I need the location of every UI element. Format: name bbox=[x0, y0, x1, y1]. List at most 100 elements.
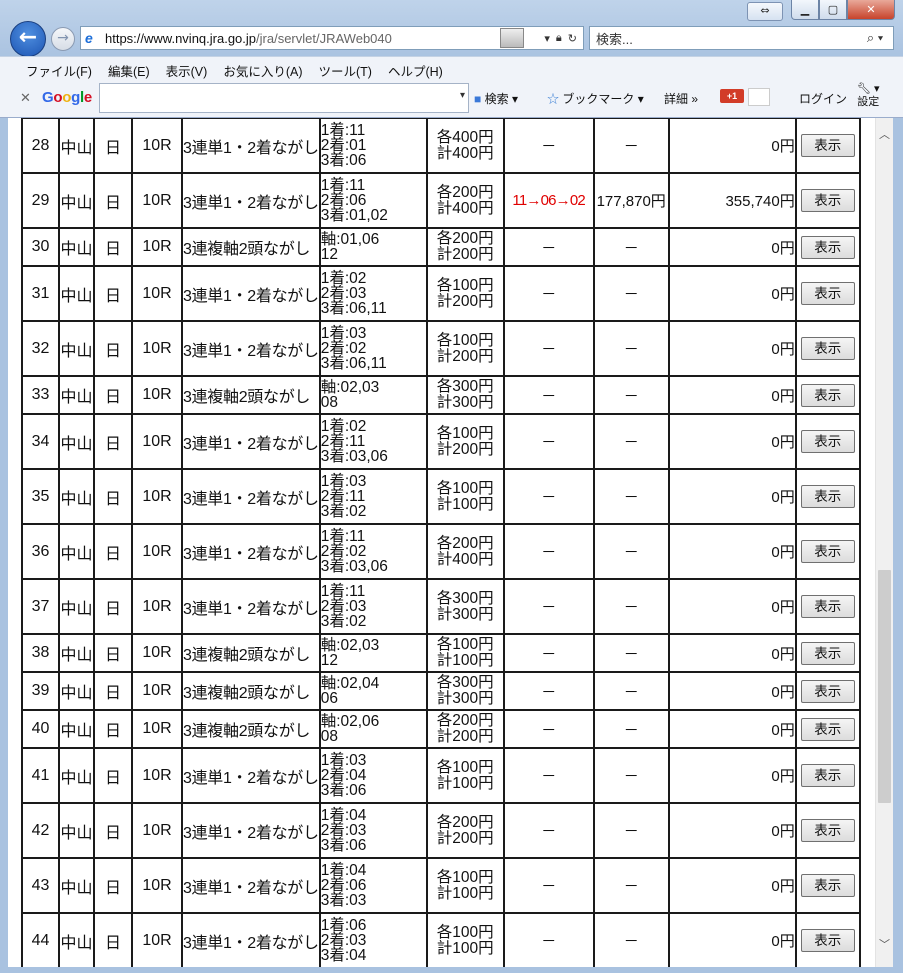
day-cell: 日 bbox=[93, 802, 133, 859]
selection-cell: 1着:02 2着:03 3着:06,11 bbox=[318, 265, 428, 322]
show-button[interactable]: 表示 bbox=[800, 134, 855, 157]
amount-cell: 各200円 計400円 bbox=[425, 172, 505, 229]
selection-cell: 1着:03 2着:04 3着:06 bbox=[318, 747, 428, 804]
payout-cell: 0円 bbox=[667, 671, 797, 711]
address-bar[interactable]: e https://www.nvinq.jra.go.jp/jra/servle… bbox=[80, 26, 584, 50]
selection-cell: 1着:06 2着:03 3着:04 bbox=[318, 912, 428, 967]
scroll-down-icon[interactable]: ﹀ bbox=[876, 936, 893, 953]
lock-icon[interactable]: 🔒︎ bbox=[556, 32, 562, 45]
amount-line: 計200円 bbox=[436, 728, 494, 745]
detail-button[interactable]: 詳細 » bbox=[664, 90, 698, 107]
menu-favorites[interactable]: お気に入り(A) bbox=[215, 57, 310, 79]
result-cell: － bbox=[502, 320, 595, 377]
minimize-button[interactable]: ▁ bbox=[791, 0, 819, 20]
selection-cell: 1着:11 2着:02 3着:03,06 bbox=[318, 523, 428, 580]
selection-cell: 1着:11 2着:01 3着:06 bbox=[318, 118, 428, 174]
forward-button[interactable]: → bbox=[51, 27, 75, 51]
show-button[interactable]: 表示 bbox=[800, 717, 855, 741]
search-input[interactable]: 検索... bbox=[590, 29, 857, 48]
show-button[interactable]: 表示 bbox=[800, 337, 855, 360]
scroll-up-icon[interactable]: ︿ bbox=[876, 126, 893, 143]
close-toolbar-icon[interactable]: ✕ bbox=[20, 90, 31, 106]
bet-type-cell: 3連単1・2着ながし bbox=[181, 857, 321, 914]
google-search-label: 検索 bbox=[484, 92, 509, 106]
back-button[interactable]: ← bbox=[10, 21, 46, 57]
race-cell: 10R bbox=[131, 857, 183, 914]
show-button[interactable]: 表示 bbox=[800, 679, 855, 703]
dropdown-icon[interactable]: ▾ bbox=[544, 32, 550, 45]
login-link[interactable]: ログイン bbox=[799, 90, 847, 107]
selection-line: 3着:06 bbox=[320, 152, 367, 169]
result-cell: － bbox=[502, 747, 595, 804]
maximize-button[interactable]: ▢ bbox=[819, 0, 847, 20]
google-search-button[interactable]: ■ 検索 ▾ bbox=[474, 90, 518, 107]
show-button[interactable]: 表示 bbox=[800, 764, 855, 787]
venue-cell: 中山 bbox=[58, 265, 95, 322]
amount-line: 各200円 bbox=[436, 230, 494, 247]
menu-view[interactable]: 表示(V) bbox=[158, 57, 216, 79]
compatibility-view-icon[interactable] bbox=[500, 28, 525, 48]
show-button[interactable]: 表示 bbox=[800, 282, 855, 305]
amount-line: 各100円 bbox=[436, 636, 494, 653]
show-button[interactable]: 表示 bbox=[800, 540, 855, 563]
scroll-thumb[interactable] bbox=[878, 570, 891, 803]
table-row: 40 中山日 10R 3連複軸2頭ながし 軸:02,06 08 各200円 計200円－－ 0円… bbox=[21, 709, 861, 749]
race-cell: 10R bbox=[131, 375, 183, 415]
selection-line: 2着:03 bbox=[320, 285, 367, 302]
day-cell: 日 bbox=[93, 118, 133, 174]
address-url[interactable]: https://www.nvinq.jra.go.jp/jra/servlet/… bbox=[105, 31, 500, 46]
show-button[interactable]: 表示 bbox=[800, 874, 855, 897]
selection-line: 08 bbox=[320, 728, 338, 745]
google-toolbar: ✕ Google ■ 検索 ▾ ☆ ブックマーク ▾ 詳細 » +1 ログイン … bbox=[0, 79, 903, 118]
google-search-input[interactable] bbox=[99, 83, 469, 113]
show-button[interactable]: 表示 bbox=[800, 819, 855, 842]
amount-line: 計300円 bbox=[436, 690, 494, 707]
bookmark-button[interactable]: ☆ ブックマーク ▾ bbox=[547, 90, 644, 107]
row-number-cell: 39 bbox=[21, 671, 60, 711]
bets-table: 28 中山日 10R 3連単1・2着ながし 1着:11 2着:01 3着:06 各400円 計4… bbox=[21, 118, 861, 967]
vertical-scrollbar[interactable]: ︿ ﹀ bbox=[875, 118, 893, 967]
show-button[interactable]: 表示 bbox=[800, 430, 855, 453]
table-row: 28 中山日 10R 3連単1・2着ながし 1着:11 2着:01 3着:06 各400円 計4… bbox=[21, 118, 861, 174]
menu-file[interactable]: ファイル(F) bbox=[18, 57, 100, 79]
selection-line: 2着:02 bbox=[320, 340, 367, 357]
selection-cell: 1着:03 2着:11 3着:02 bbox=[318, 468, 428, 525]
selection-line: 3着:01,02 bbox=[320, 207, 388, 224]
show-button[interactable]: 表示 bbox=[800, 383, 855, 407]
restore-tabs-icon[interactable]: ⇔ bbox=[747, 2, 783, 21]
show-button[interactable]: 表示 bbox=[800, 641, 855, 665]
menu-edit[interactable]: 編集(E) bbox=[100, 57, 158, 79]
venue-cell: 中山 bbox=[58, 802, 95, 859]
search-icon[interactable]: ⌕ ▾ bbox=[857, 30, 893, 46]
bookmark-label: ブックマーク bbox=[562, 92, 635, 106]
payout-cell: 0円 bbox=[667, 375, 797, 415]
menu-help[interactable]: ヘルプ(H) bbox=[380, 57, 451, 79]
day-cell: 日 bbox=[93, 709, 133, 749]
payout-cell: 0円 bbox=[667, 468, 797, 525]
selection-line: 3着:03,06 bbox=[320, 448, 388, 465]
selection-line: 1着:04 bbox=[320, 807, 367, 824]
show-button[interactable]: 表示 bbox=[800, 485, 855, 508]
refresh-icon[interactable]: ↻ bbox=[568, 32, 577, 45]
gplus-button[interactable]: +1 bbox=[720, 89, 744, 103]
day-cell: 日 bbox=[93, 468, 133, 525]
wrench-icon: 🔧︎ bbox=[857, 83, 871, 95]
show-button[interactable]: 表示 bbox=[800, 595, 855, 618]
amount-line: 計200円 bbox=[436, 829, 494, 847]
selection-cell: 1着:04 2着:03 3着:06 bbox=[318, 802, 428, 859]
table-row: 44 中山日 10R 3連単1・2着ながし 1着:06 2着:03 3着:04 各100円 計1… bbox=[21, 912, 861, 967]
show-button[interactable]: 表示 bbox=[800, 235, 855, 259]
show-button[interactable]: 表示 bbox=[800, 929, 855, 952]
odds-cell: － bbox=[592, 523, 670, 580]
search-box[interactable]: 検索... ⌕ ▾ bbox=[589, 26, 894, 50]
action-cell: 表示 bbox=[794, 578, 861, 635]
show-button[interactable]: 表示 bbox=[800, 189, 855, 212]
settings-button[interactable]: 🔧︎ ▾ 設定 bbox=[857, 83, 880, 109]
selection-cell: 1着:03 2着:02 3着:06,11 bbox=[318, 320, 428, 377]
race-cell: 10R bbox=[131, 802, 183, 859]
venue-cell: 中山 bbox=[58, 227, 95, 267]
close-button[interactable]: ✕ bbox=[847, 0, 895, 20]
selection-cell: 1着:11 2着:03 3着:02 bbox=[318, 578, 428, 635]
menu-tools[interactable]: ツール(T) bbox=[310, 57, 379, 79]
odds-cell: － bbox=[592, 857, 670, 914]
